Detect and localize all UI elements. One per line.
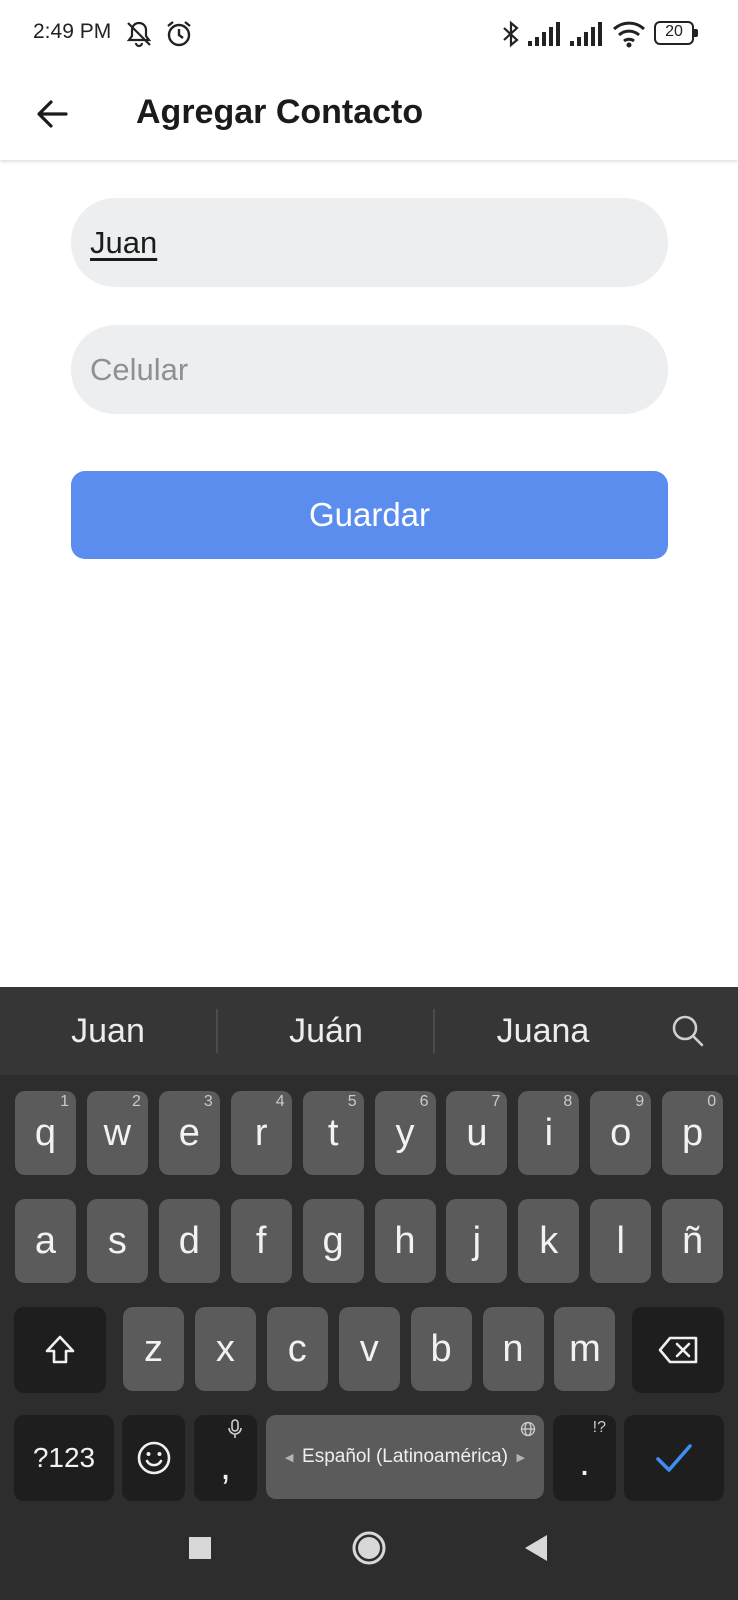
key-hint: 2 bbox=[131, 1093, 141, 1110]
key-g[interactable]: g bbox=[302, 1199, 364, 1283]
key-v[interactable]: v bbox=[338, 1307, 400, 1391]
key-hint: 5 bbox=[347, 1093, 357, 1110]
key-t[interactable]: 5t bbox=[302, 1091, 364, 1175]
key-label: p bbox=[682, 1111, 704, 1154]
arrow-left-icon: ◀ bbox=[285, 1452, 294, 1464]
key-label: o bbox=[610, 1111, 632, 1154]
key-l[interactable]: l bbox=[590, 1199, 652, 1283]
key-hint: 8 bbox=[563, 1093, 573, 1110]
app-bar: Agregar Contacto bbox=[0, 68, 738, 160]
key-a[interactable]: a bbox=[15, 1199, 76, 1283]
home-circle-icon bbox=[352, 1531, 386, 1565]
space-language-label: Español (Latinoamérica) bbox=[302, 1446, 508, 1467]
key-label: e bbox=[178, 1111, 200, 1154]
key-hint: 4 bbox=[275, 1093, 285, 1110]
phone-field[interactable] bbox=[71, 325, 668, 414]
key-y[interactable]: 6y bbox=[374, 1091, 436, 1175]
back-arrow-icon bbox=[37, 100, 68, 128]
key-hint: 3 bbox=[203, 1093, 213, 1110]
phone-input[interactable] bbox=[71, 325, 668, 414]
save-button[interactable]: Guardar bbox=[71, 471, 668, 559]
wifi-icon bbox=[612, 20, 646, 53]
back-nav-button[interactable] bbox=[518, 1530, 554, 1566]
key-u[interactable]: 7u bbox=[446, 1091, 508, 1175]
key-label: r bbox=[254, 1111, 268, 1154]
key-hint: 0 bbox=[707, 1093, 717, 1110]
key-label: y bbox=[395, 1111, 415, 1154]
key-hint: 1 bbox=[60, 1093, 69, 1110]
arrow-right-icon: ▶ bbox=[516, 1452, 525, 1464]
square-icon bbox=[189, 1537, 211, 1559]
backspace-key[interactable] bbox=[632, 1307, 724, 1393]
page-title: Agregar Contacto bbox=[136, 93, 424, 131]
shift-key[interactable] bbox=[14, 1307, 106, 1393]
key-label: i bbox=[544, 1111, 554, 1154]
space-key[interactable]: ◀ Español (Latinoamérica) ▶ bbox=[266, 1415, 544, 1499]
name-input[interactable] bbox=[71, 198, 668, 287]
key-n[interactable]: n bbox=[482, 1307, 544, 1391]
suggestion-1[interactable]: Juan bbox=[0, 987, 216, 1075]
search-icon[interactable] bbox=[668, 1011, 708, 1056]
period-hint: !? bbox=[592, 1419, 606, 1436]
key-m[interactable]: m bbox=[554, 1307, 616, 1391]
key-s[interactable]: s bbox=[86, 1199, 148, 1283]
signal-icon bbox=[528, 21, 564, 52]
navigation-bar bbox=[0, 1508, 738, 1600]
backspace-icon bbox=[658, 1336, 698, 1364]
key-p[interactable]: 0p bbox=[662, 1091, 724, 1175]
key-x[interactable]: x bbox=[194, 1307, 256, 1391]
alarm-icon bbox=[164, 19, 194, 54]
battery-icon: 20 bbox=[654, 21, 698, 45]
microphone-icon bbox=[227, 1419, 243, 1444]
key-f[interactable]: f bbox=[230, 1199, 292, 1283]
key-q[interactable]: 1q bbox=[15, 1091, 76, 1175]
recent-apps-button[interactable] bbox=[182, 1530, 218, 1566]
suggestion-3[interactable]: Juana bbox=[435, 987, 651, 1075]
status-bar: 2:49 PM 20 bbox=[0, 0, 738, 68]
period-label: . bbox=[579, 1441, 590, 1484]
period-key[interactable]: !? . bbox=[553, 1415, 616, 1501]
name-field[interactable] bbox=[71, 198, 668, 287]
checkmark-icon bbox=[656, 1444, 692, 1472]
globe-icon bbox=[520, 1421, 536, 1443]
enter-key[interactable] bbox=[624, 1415, 724, 1501]
notifications-muted-icon bbox=[124, 19, 154, 54]
emoji-key[interactable] bbox=[122, 1415, 185, 1501]
suggestion-bar: Juan Juán Juana bbox=[0, 987, 738, 1075]
status-time: 2:49 PM bbox=[33, 20, 112, 43]
key-label: u bbox=[466, 1111, 488, 1154]
key-label: q bbox=[34, 1111, 57, 1154]
key-c[interactable]: c bbox=[266, 1307, 328, 1391]
key-w[interactable]: 2w bbox=[86, 1091, 148, 1175]
key-j[interactable]: j bbox=[446, 1199, 508, 1283]
key-label: t bbox=[327, 1111, 339, 1154]
key-z[interactable]: z bbox=[123, 1307, 184, 1391]
key-o[interactable]: 9o bbox=[590, 1091, 652, 1175]
key-label: w bbox=[103, 1111, 132, 1154]
key-d[interactable]: d bbox=[158, 1199, 220, 1283]
bluetooth-icon bbox=[500, 19, 522, 54]
key-hint: 7 bbox=[491, 1093, 501, 1110]
key-hint: 6 bbox=[419, 1093, 429, 1110]
key-h[interactable]: h bbox=[374, 1199, 436, 1283]
comma-key[interactable]: , bbox=[194, 1415, 257, 1501]
shift-icon bbox=[45, 1335, 75, 1364]
symbols-key[interactable]: ?123 bbox=[14, 1415, 114, 1501]
key-ñ[interactable]: ñ bbox=[662, 1199, 724, 1283]
key-i[interactable]: 8i bbox=[518, 1091, 580, 1175]
signal-icon bbox=[570, 21, 606, 52]
comma-label: , bbox=[220, 1445, 231, 1488]
emoji-icon bbox=[137, 1441, 170, 1475]
key-b[interactable]: b bbox=[410, 1307, 472, 1391]
triangle-back-icon bbox=[525, 1535, 547, 1561]
home-button[interactable] bbox=[349, 1528, 389, 1568]
battery-level: 20 bbox=[665, 23, 683, 40]
suggestion-2[interactable]: Juán bbox=[218, 987, 434, 1075]
key-hint: 9 bbox=[635, 1093, 645, 1110]
back-button[interactable] bbox=[26, 88, 78, 140]
key-r[interactable]: 4r bbox=[230, 1091, 292, 1175]
key-k[interactable]: k bbox=[518, 1199, 580, 1283]
key-e[interactable]: 3e bbox=[158, 1091, 220, 1175]
